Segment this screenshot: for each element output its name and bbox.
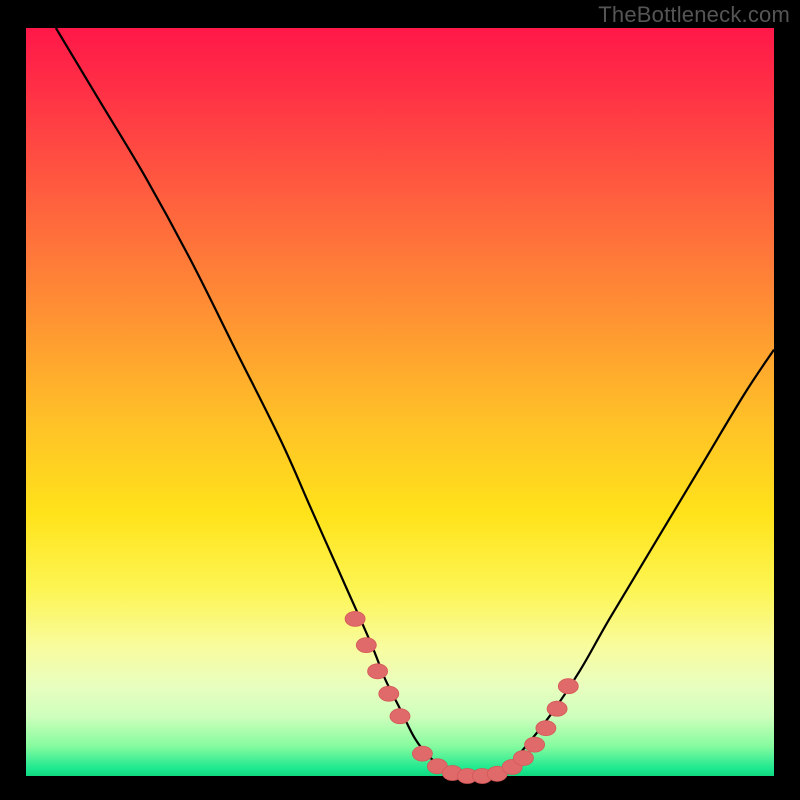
- marker-dot: [368, 664, 388, 679]
- marker-dot: [513, 751, 533, 766]
- marker-dot: [379, 686, 399, 701]
- marker-dot: [345, 611, 365, 626]
- chart-svg: [26, 28, 774, 776]
- marker-dot: [558, 679, 578, 694]
- marker-dot: [356, 638, 376, 653]
- marker-dot: [412, 746, 432, 761]
- curve-line: [56, 28, 774, 776]
- marker-dot: [390, 709, 410, 724]
- chart-frame: TheBottleneck.com: [0, 0, 800, 800]
- watermark-text: TheBottleneck.com: [598, 2, 790, 28]
- marker-group: [345, 611, 578, 783]
- marker-dot: [525, 737, 545, 752]
- marker-dot: [547, 701, 567, 716]
- marker-dot: [536, 721, 556, 736]
- plot-area: [26, 28, 774, 776]
